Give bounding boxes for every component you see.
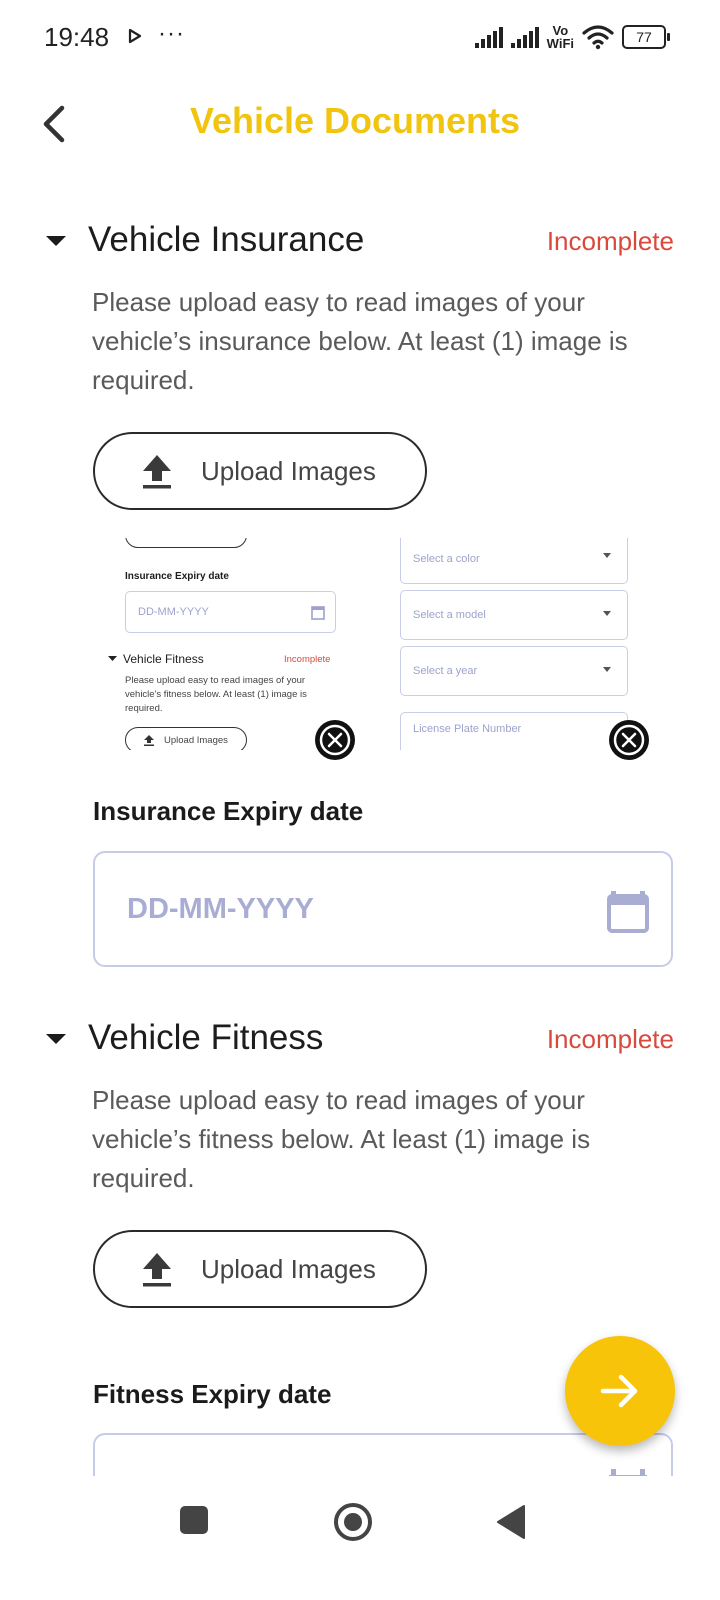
status-bar: 19:48 ··· Vo WiFi 77 [0,0,720,76]
status-time: 19:48 [44,22,110,52]
recents-square-icon[interactable] [178,1504,210,1536]
thumb-plate-input: License Plate Number [400,712,628,750]
close-circle-icon [319,724,351,756]
calendar-icon[interactable] [607,889,649,933]
screen: 19:48 ··· Vo WiFi 77 Vehicle Documents V… [0,0,720,1600]
signal-icon [474,26,503,48]
caret-down-icon[interactable] [46,1034,66,1046]
dropdown-icon [603,553,611,558]
thumb-desc-line-3: required. [125,703,163,714]
play-store-icon [128,28,142,44]
thumb-section-status: Incomplete [284,654,331,665]
battery-icon: 77 [622,25,670,49]
dropdown-icon [603,667,611,672]
caret-down-icon[interactable] [46,236,66,248]
remove-image-button[interactable] [315,720,355,760]
upload-icon [143,455,171,489]
thumb-model-select: Select a model [400,590,628,640]
thumb-color-placeholder: Select a color [413,553,480,565]
vowifi-bottom: WiFi [546,36,574,51]
thumb-model-placeholder: Select a model [413,609,486,621]
caret-down-icon [108,656,117,661]
section-title-fitness[interactable]: Vehicle Fitness [88,1018,323,1058]
thumb-year-placeholder: Select a year [413,665,478,677]
upload-icon [143,1253,171,1287]
uploaded-image-thumbnail-2[interactable]: Select a color Select a model Select a y… [384,538,652,750]
back-triangle-icon[interactable] [496,1504,526,1540]
thumb-section-title: Vehicle Fitness [123,652,204,666]
more-notifications-icon: ··· [158,20,185,47]
status-icons: Vo WiFi 77 [474,22,670,52]
calendar-icon [311,606,325,620]
remove-image-button-2[interactable] [609,720,649,760]
upload-button-label: Upload Images [201,455,376,486]
wifi-icon [582,25,614,50]
thumb-date-field: DD-MM-YYYY [125,591,336,633]
thumb-upload-pill: Upload Images [125,727,247,750]
thumb-year-select: Select a year [400,646,628,696]
section-title-insurance[interactable]: Vehicle Insurance [88,220,364,260]
insurance-expiry-date-field[interactable]: DD-MM-YYYY [93,851,673,967]
vowifi-icon: Vo WiFi [547,24,574,50]
signal-icon-2 [510,26,539,48]
upload-images-button-fitness[interactable]: Upload Images [93,1230,427,1308]
status-badge-insurance: Incomplete [546,226,674,256]
upload-icon [144,735,154,746]
thumb-plate-placeholder: License Plate Number [413,723,522,735]
thumb-pill [125,538,247,548]
thumb-desc-line-2: vehicle's fitness below. At least (1) im… [125,689,307,700]
uploaded-image-thumbnail[interactable]: Insurance Expiry date DD-MM-YYYY Vehicle… [92,538,354,750]
upload-button-label: Upload Images [201,1253,376,1284]
system-nav-bar [0,1476,720,1600]
arrow-right-icon [600,1374,638,1408]
fitness-expiry-label: Fitness Expiry date [93,1379,332,1409]
page-title: Vehicle Documents [189,100,521,141]
thumb-upload-label: Upload Images [164,735,228,746]
insurance-expiry-label: Insurance Expiry date [93,796,364,826]
home-circle-icon[interactable] [333,1502,373,1542]
thumb-color-select: Select a color [400,538,628,584]
section-description-fitness: Please upload easy to read images of you… [92,1085,591,1193]
section-description-insurance: Please upload easy to read images of you… [92,287,628,395]
thumb-desc-line-1: Please upload easy to read images of you… [125,675,306,686]
close-circle-icon [613,724,645,756]
next-button[interactable] [565,1336,675,1446]
upload-images-button-insurance[interactable]: Upload Images [93,432,427,510]
dropdown-icon [603,611,611,616]
status-badge-fitness: Incomplete [546,1024,674,1054]
thumb-expiry-label: Insurance Expiry date [125,571,229,582]
thumb-date-placeholder: DD-MM-YYYY [138,606,209,618]
date-placeholder: DD-MM-YYYY [127,893,314,925]
